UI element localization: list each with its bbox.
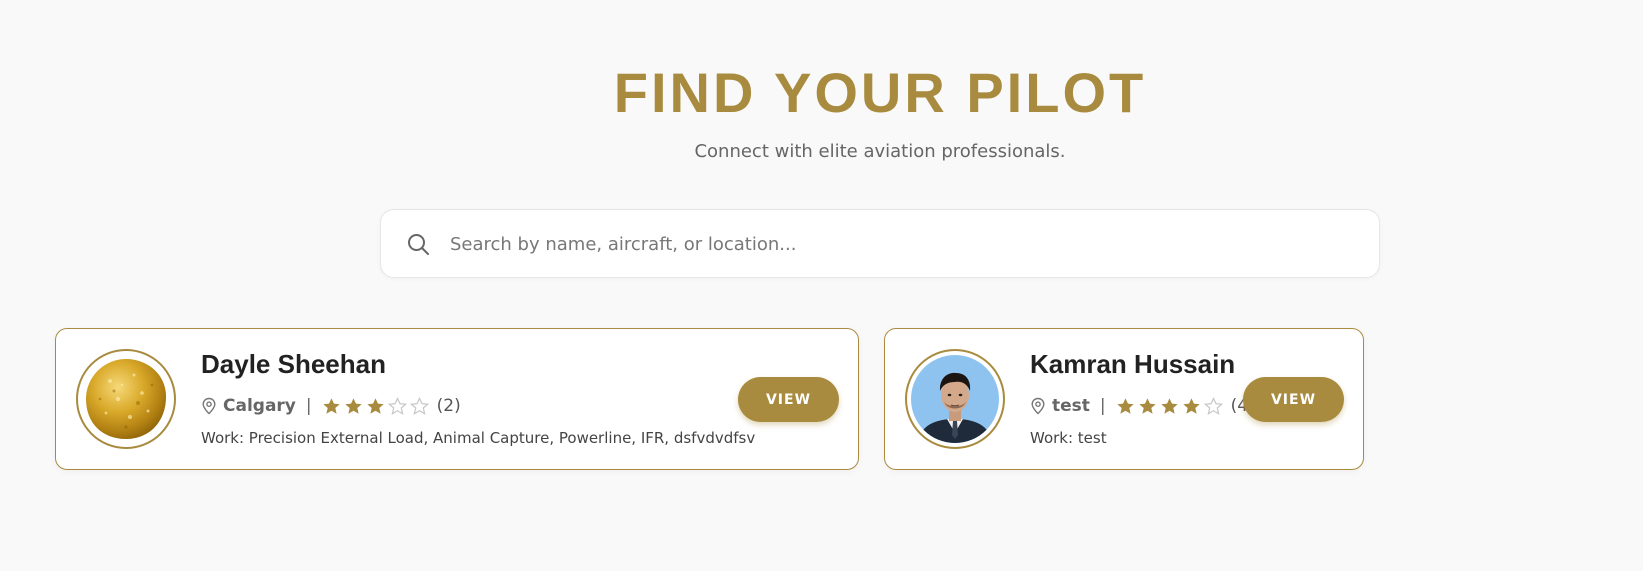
location-pin-icon <box>1030 397 1046 415</box>
avatar <box>76 349 176 449</box>
star-empty-icon <box>387 396 407 416</box>
pilot-meta: Calgary | (2) <box>201 394 461 418</box>
view-button[interactable]: VIEW <box>1243 377 1344 422</box>
meta-divider: | <box>1099 396 1106 416</box>
pilot-card: Kamran Hussain test | (4) Work: test VIE… <box>884 328 1364 470</box>
star-empty-icon <box>409 396 429 416</box>
meta-divider: | <box>305 396 312 416</box>
review-count: (2) <box>436 396 461 416</box>
star-empty-icon <box>1203 396 1223 416</box>
pilot-location: test <box>1052 396 1090 416</box>
pilot-work: Work: Precision External Load, Animal Ca… <box>201 429 756 447</box>
star-filled-icon <box>366 397 385 416</box>
star-filled-icon <box>344 397 363 416</box>
star-filled-icon <box>1116 397 1135 416</box>
view-button[interactable]: VIEW <box>738 377 839 422</box>
pilot-work: Work: test <box>1030 429 1107 447</box>
pilot-location: Calgary <box>223 396 296 416</box>
page-title: FIND YOUR PILOT <box>613 61 1147 124</box>
search-input[interactable] <box>450 222 1350 266</box>
rating-stars <box>322 396 429 416</box>
location-pin-icon <box>201 397 217 415</box>
pilot-meta: test | (4) <box>1030 394 1255 418</box>
star-filled-icon <box>322 397 341 416</box>
search-bar[interactable] <box>380 209 1380 278</box>
avatar <box>905 349 1005 449</box>
pilot-card: Dayle Sheehan Calgary | (2) Work: Precis… <box>55 328 859 470</box>
find-pilot-page: FIND YOUR PILOT Connect with elite aviat… <box>0 0 1643 571</box>
star-filled-icon <box>1138 397 1157 416</box>
star-filled-icon <box>1182 397 1201 416</box>
pilot-name: Dayle Sheehan <box>201 349 386 379</box>
pilot-name: Kamran Hussain <box>1030 349 1236 379</box>
portrait-photo-avatar <box>911 355 999 443</box>
rating-stars <box>1116 396 1223 416</box>
gold-texture-avatar <box>82 355 170 443</box>
star-filled-icon <box>1160 397 1179 416</box>
search-icon <box>406 232 430 256</box>
page-subtitle: Connect with elite aviation professional… <box>694 141 1066 162</box>
